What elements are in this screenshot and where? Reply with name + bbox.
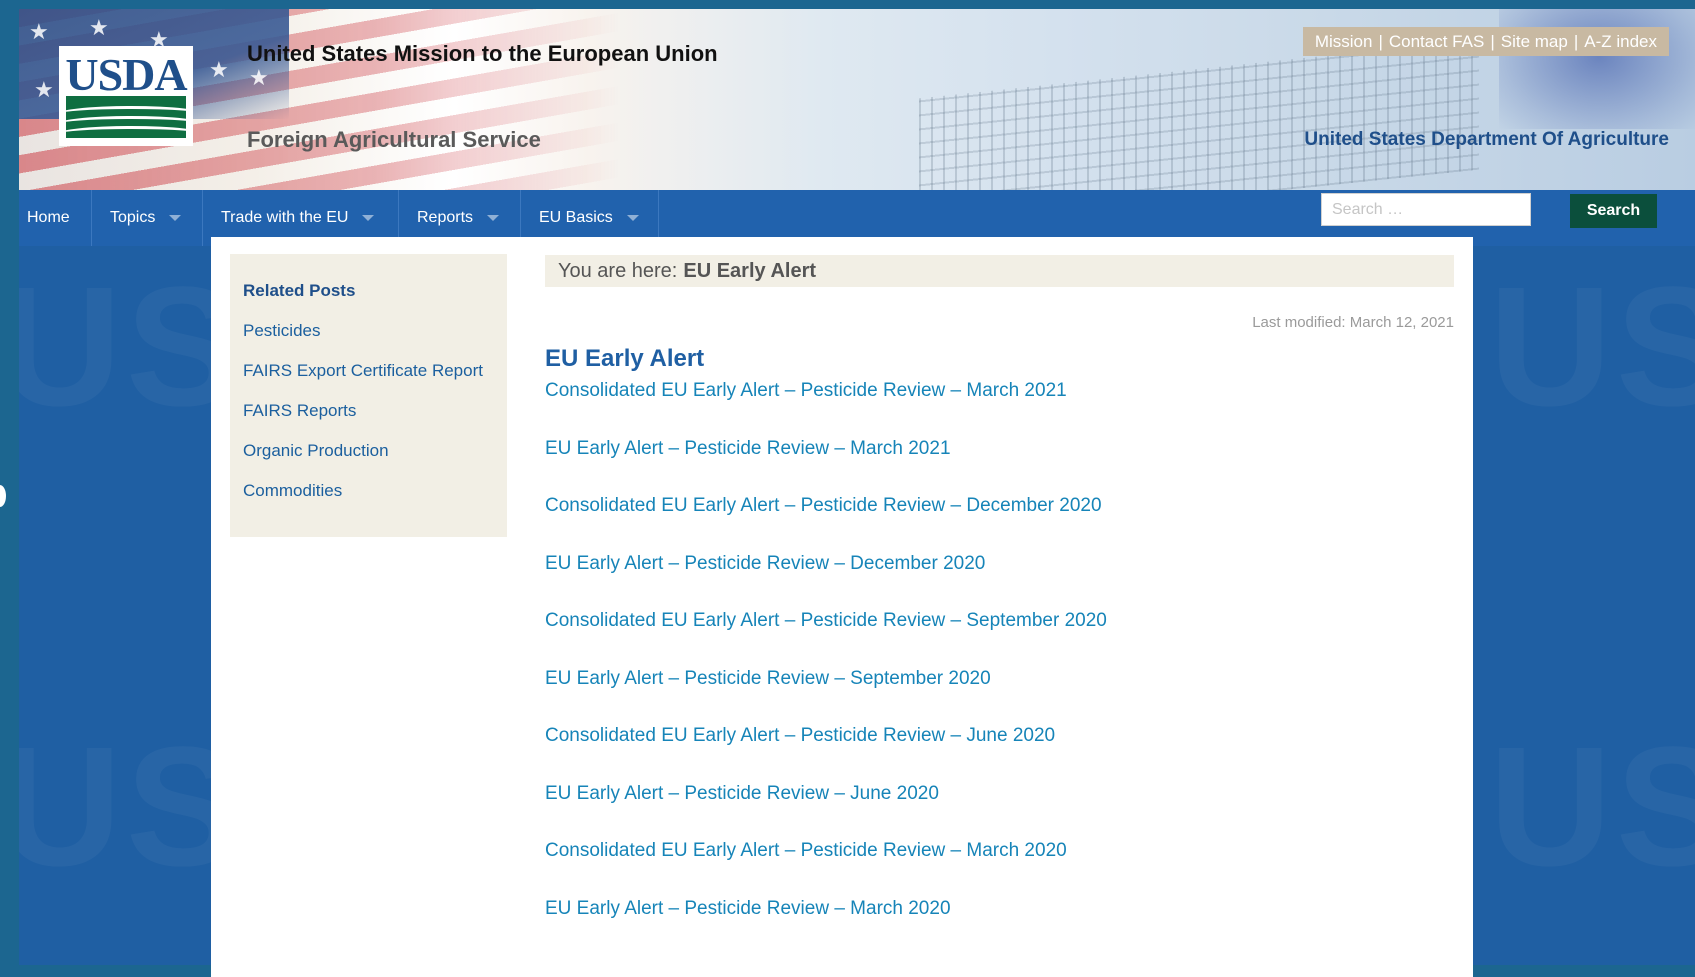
related-post-link[interactable]: FAIRS Reports	[243, 400, 483, 422]
util-separator: |	[1378, 31, 1383, 51]
util-separator: |	[1573, 31, 1579, 51]
related-posts-sidebar: Related Posts Pesticides FAIRS Export Ce…	[230, 254, 507, 537]
alert-link[interactable]: EU Early Alert – Pesticide Review – Marc…	[545, 897, 1107, 955]
usda-logo-text: USDA	[65, 49, 187, 100]
usda-logo[interactable]: USDA	[59, 46, 193, 146]
util-link-site-map[interactable]: Site map	[1501, 32, 1568, 52]
site-title[interactable]: United States Mission to the European Un…	[247, 41, 718, 67]
alert-link[interactable]: Consolidated EU Early Alert – Pesticide …	[545, 724, 1107, 782]
carousel-dot	[0, 485, 6, 507]
util-link-a-z-index[interactable]: A-Z index	[1584, 32, 1657, 52]
search-button[interactable]: Search	[1570, 194, 1657, 228]
alert-link[interactable]: Consolidated EU Early Alert – Pesticide …	[545, 379, 1107, 437]
nav-item-home[interactable]: Home	[19, 190, 92, 246]
nav-item-label: Home	[27, 209, 70, 226]
star-icon: ★	[209, 57, 229, 82]
breadcrumb: You are here: EU Early Alert	[545, 255, 1454, 287]
content-panel: Related Posts Pesticides FAIRS Export Ce…	[211, 237, 1473, 977]
chevron-down-icon	[626, 215, 639, 221]
utility-links: Mission | Contact FAS | Site map | A-Z i…	[1302, 27, 1669, 56]
chevron-down-icon	[169, 215, 182, 221]
star-icon: ★	[34, 77, 54, 102]
nav-item-label: EU Basics	[539, 209, 613, 226]
alert-link[interactable]: Consolidated EU Early Alert – Pesticide …	[545, 494, 1107, 552]
agency-name[interactable]: United States Department Of Agriculture	[1304, 129, 1669, 151]
page-title: EU Early Alert	[545, 345, 705, 372]
breadcrumb-prefix: You are here:	[558, 259, 678, 282]
star-icon: ★	[249, 65, 269, 90]
header-building-image	[919, 39, 1479, 190]
nav-item-label: Reports	[417, 209, 474, 226]
related-posts-list: Pesticides FAIRS Export Certificate Repo…	[243, 320, 483, 520]
usda-logo-swoosh-icon	[66, 96, 186, 138]
sidebar-title: Related Posts	[243, 281, 356, 300]
star-icon: ★	[29, 19, 49, 44]
util-separator: |	[1490, 31, 1495, 51]
breadcrumb-current: EU Early Alert	[683, 259, 817, 282]
star-icon: ★	[89, 15, 109, 40]
alert-links-list: Consolidated EU Early Alert – Pesticide …	[545, 379, 1107, 954]
util-link-contact-fas[interactable]: Contact FAS	[1389, 32, 1484, 52]
alert-link[interactable]: EU Early Alert – Pesticide Review – Marc…	[545, 437, 1107, 495]
background-watermark: US	[1489, 709, 1695, 905]
related-post-link[interactable]: Organic Production	[243, 440, 483, 462]
nav-item-topics[interactable]: Topics	[92, 190, 203, 246]
util-link-mission[interactable]: Mission	[1315, 32, 1373, 52]
nav-item-label: Topics	[110, 209, 156, 226]
chevron-down-icon	[487, 215, 500, 221]
alert-link[interactable]: EU Early Alert – Pesticide Review – June…	[545, 782, 1107, 840]
chevron-down-icon	[362, 215, 375, 221]
background-watermark: US	[1489, 249, 1695, 445]
related-post-link[interactable]: Pesticides	[243, 320, 483, 342]
alert-link[interactable]: Consolidated EU Early Alert – Pesticide …	[545, 609, 1107, 667]
search-input[interactable]	[1321, 193, 1531, 226]
site-header: ★ ★ ★ ★ ★ ★ USDA United States Mission t…	[19, 9, 1695, 190]
last-modified: Last modified: March 12, 2021	[1252, 314, 1454, 331]
alert-link[interactable]: EU Early Alert – Pesticide Review – Dece…	[545, 552, 1107, 610]
alert-link[interactable]: EU Early Alert – Pesticide Review – Sept…	[545, 667, 1107, 725]
alert-link[interactable]: Consolidated EU Early Alert – Pesticide …	[545, 839, 1107, 897]
related-post-link[interactable]: FAIRS Export Certificate Report	[243, 360, 483, 382]
related-post-link[interactable]: Commodities	[243, 480, 483, 502]
nav-item-label: Trade with the EU	[221, 209, 349, 226]
site-subtitle: Foreign Agricultural Service	[247, 127, 541, 152]
